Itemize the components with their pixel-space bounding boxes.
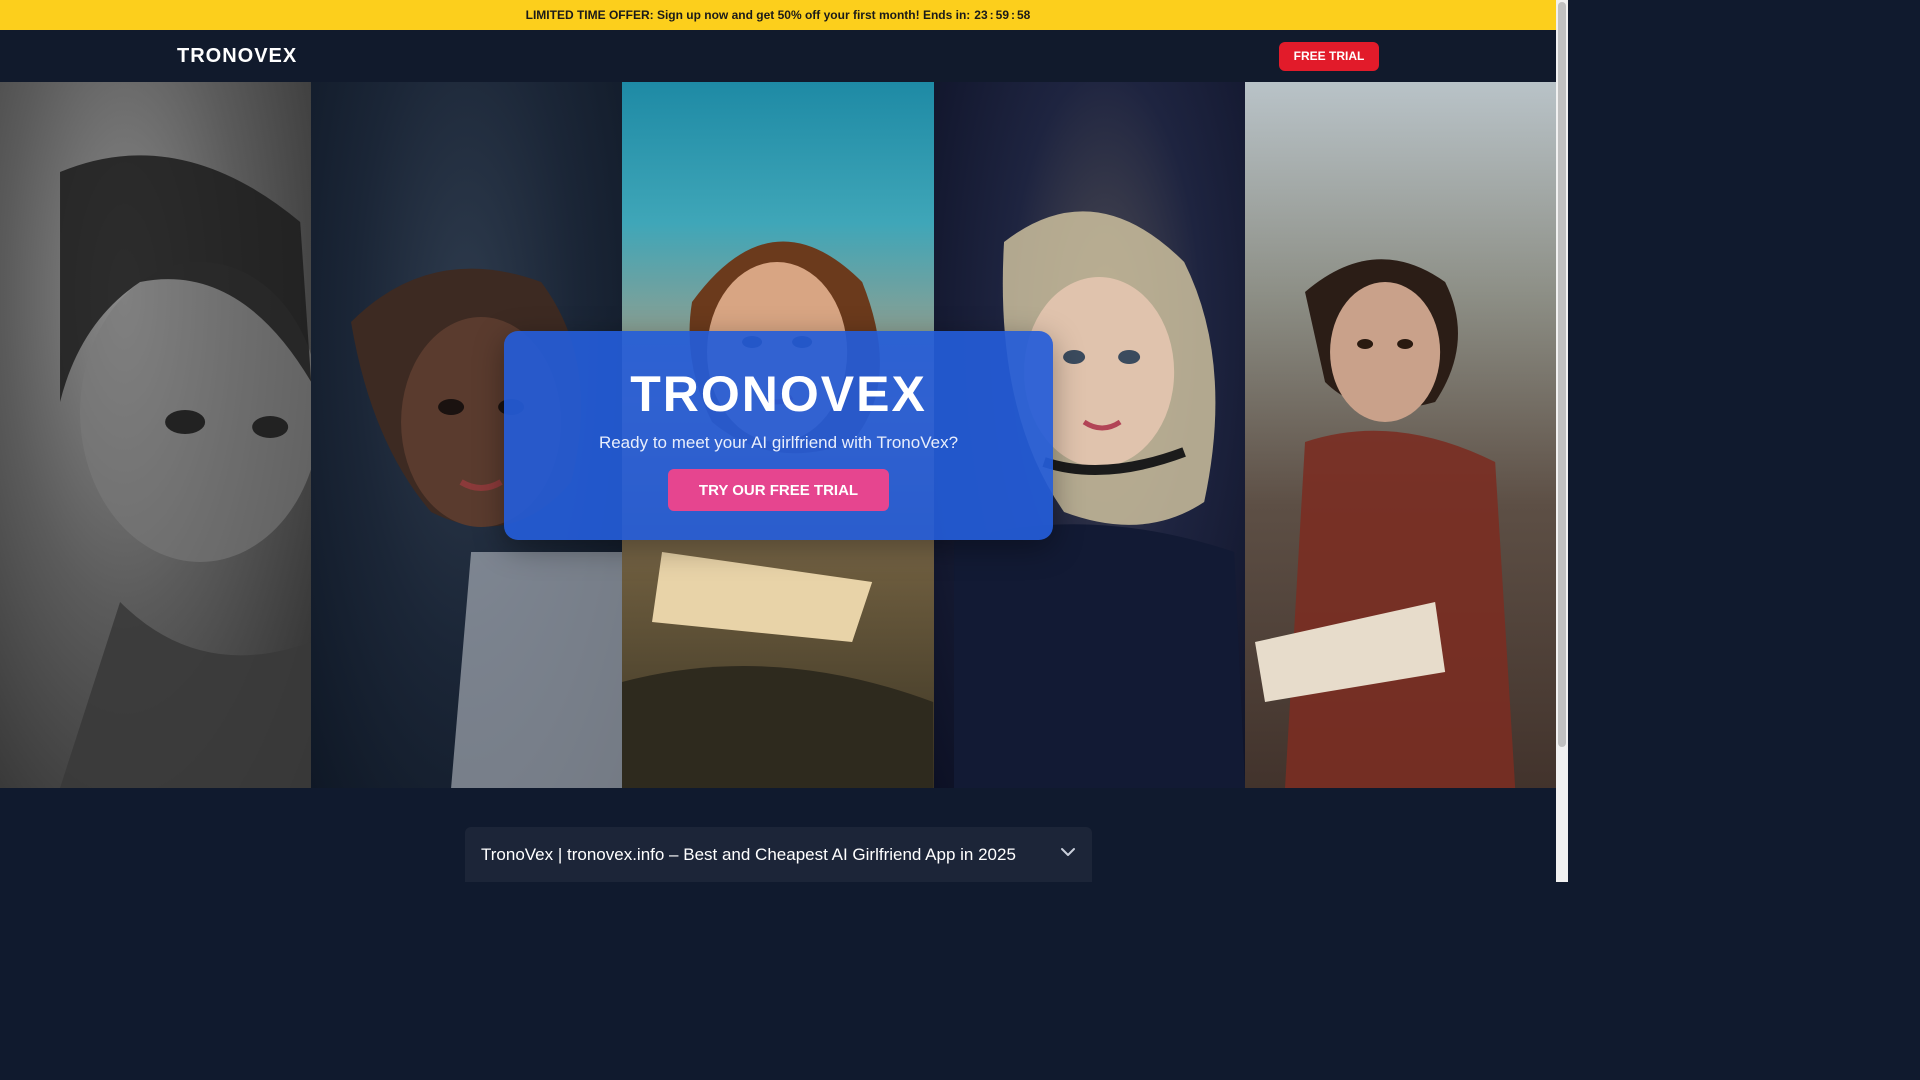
hero-subtitle: Ready to meet your AI girlfriend with Tr… <box>598 433 959 452</box>
promo-banner: LIMITED TIME OFFER: Sign up now and get … <box>0 0 1556 30</box>
chevron-down-icon[interactable] <box>1060 844 1076 865</box>
timer-separator: : <box>1011 8 1015 22</box>
hero-card: TRONOVEX Ready to meet your AI girlfrien… <box>504 331 1053 540</box>
faq-item[interactable]: TronoVex | tronovex.info – Best and Chea… <box>465 827 1092 882</box>
hero-photo-5 <box>1244 82 1556 788</box>
countdown-timer: 23 : 59 : 58 <box>974 8 1030 22</box>
hero-photo-1 <box>0 82 312 788</box>
try-free-trial-button[interactable]: TRY OUR FREE TRIAL <box>668 469 889 511</box>
timer-separator: : <box>989 8 994 22</box>
timer-hours: 23 <box>974 8 988 22</box>
top-navbar: TRONOVEX FREE TRIAL <box>0 30 1556 82</box>
promo-text: LIMITED TIME OFFER: Sign up now and get … <box>525 8 971 22</box>
brand-logo[interactable]: TRONOVEX <box>177 45 297 68</box>
hero-title: TRONOVEX <box>630 366 927 422</box>
scrollbar-thumb[interactable] <box>1558 2 1566 747</box>
timer-minutes: 59 <box>995 8 1009 22</box>
page-scrollbar[interactable] <box>1556 0 1568 882</box>
timer-seconds: 58 <box>1017 8 1031 22</box>
faq-item-title: TronoVex | tronovex.info – Best and Chea… <box>481 844 1016 864</box>
free-trial-button[interactable]: FREE TRIAL <box>1279 41 1379 71</box>
